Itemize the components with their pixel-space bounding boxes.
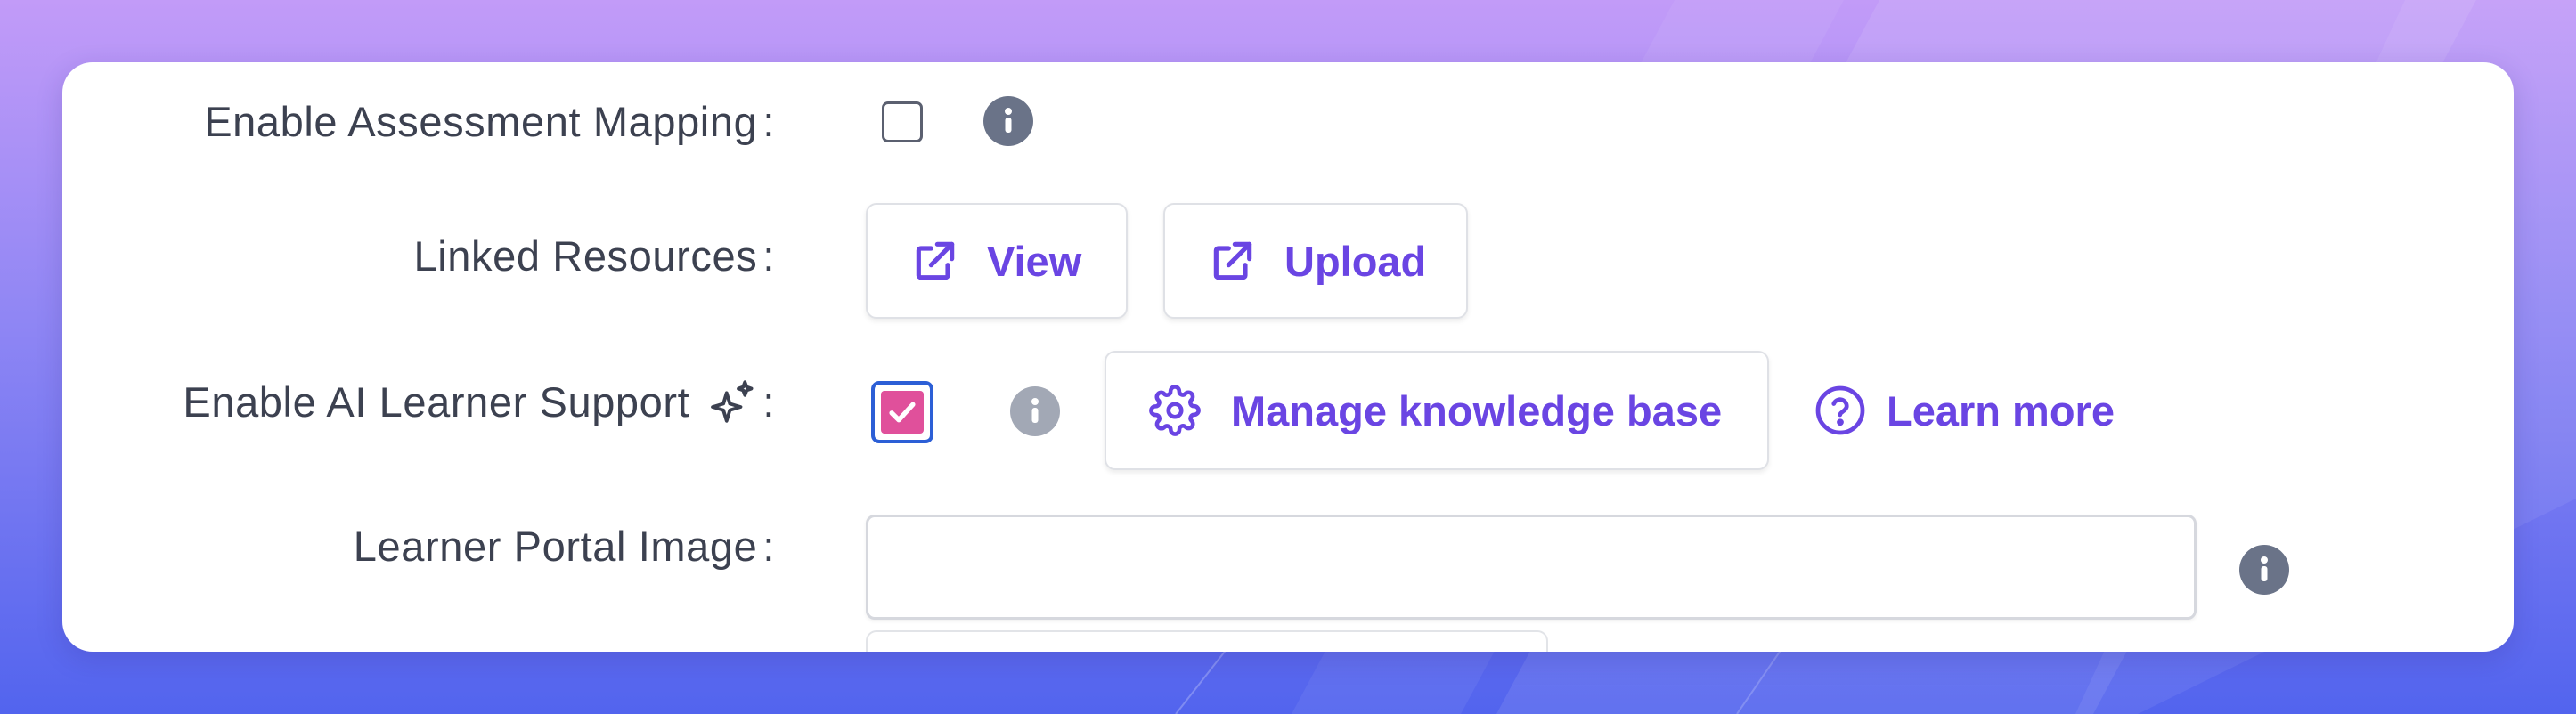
- assessment-mapping-info-icon[interactable]: [983, 96, 1033, 146]
- settings-card: Enable Assessment Mapping: Linked Resour…: [62, 62, 2514, 652]
- sparkle-icon: [711, 380, 754, 423]
- view-button[interactable]: View: [866, 203, 1128, 319]
- learn-more-label: Learn more: [1887, 386, 2115, 434]
- portal-image-info-icon[interactable]: [2239, 545, 2289, 595]
- linked-resources-colon: :: [762, 231, 775, 280]
- upload-button-label: Upload: [1284, 237, 1427, 285]
- ai-support-info-icon[interactable]: [1010, 386, 1060, 436]
- gear-icon: [1149, 385, 1201, 436]
- assessment-mapping-label-text: Enable Assessment Mapping: [204, 97, 758, 145]
- check-icon: [889, 402, 916, 423]
- manage-knowledge-base-button[interactable]: Manage knowledge base: [1105, 351, 1769, 470]
- external-link-icon: [1213, 241, 1252, 280]
- linked-resources-label-text: Linked Resources: [413, 231, 758, 280]
- help-circle-icon: [1815, 385, 1865, 435]
- learn-more-link[interactable]: Learn more: [1814, 381, 2115, 440]
- ai-support-label-text: Enable AI Learner Support: [183, 377, 690, 426]
- next-field-partial: [866, 630, 1548, 652]
- portal-image-label: Learner Portal Image:: [354, 518, 775, 573]
- ai-support-checkbox[interactable]: [871, 381, 933, 443]
- linked-resources-label: Linked Resources:: [414, 228, 775, 283]
- assessment-mapping-label: Enable Assessment Mapping:: [204, 94, 775, 148]
- portal-image-colon: :: [762, 522, 775, 570]
- manage-knowledge-base-label: Manage knowledge base: [1231, 386, 1723, 434]
- ai-support-label: Enable AI Learner Support :: [183, 370, 775, 433]
- ai-support-colon: :: [762, 377, 775, 426]
- assessment-mapping-colon: :: [762, 97, 775, 145]
- assessment-mapping-checkbox[interactable]: [882, 101, 923, 142]
- portal-image-input[interactable]: [866, 515, 2197, 620]
- external-link-icon: [916, 241, 955, 280]
- upload-button[interactable]: Upload: [1163, 203, 1468, 319]
- portal-image-label-text: Learner Portal Image: [353, 522, 758, 570]
- view-button-label: View: [987, 237, 1082, 285]
- checkbox-check-fill: [881, 391, 924, 434]
